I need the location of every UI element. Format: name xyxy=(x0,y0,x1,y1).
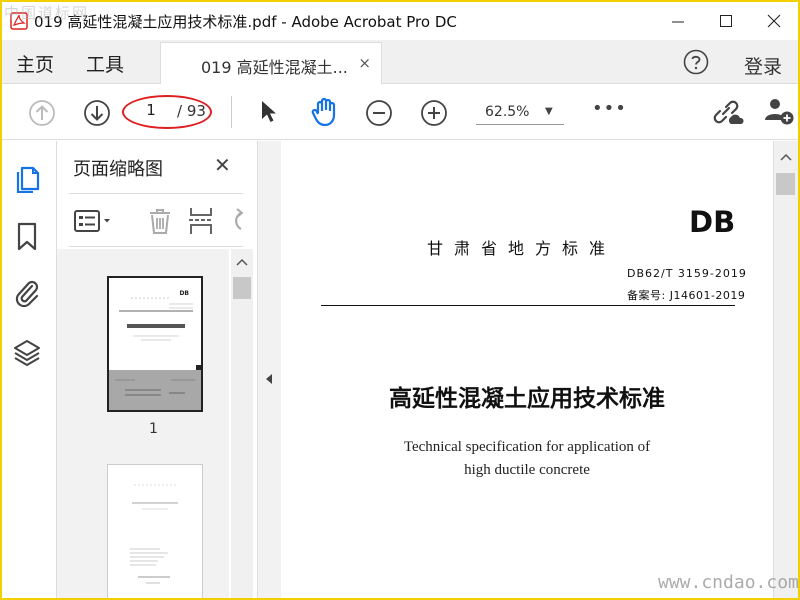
share-link-button[interactable] xyxy=(710,97,744,127)
zoom-in-button[interactable] xyxy=(420,99,448,127)
window-title: 019 高延性混凝土应用技术标准.pdf - Adobe Acrobat Pro… xyxy=(34,12,457,31)
link-icon xyxy=(713,100,744,124)
doc-header-rule xyxy=(321,305,735,306)
thumbnail-1-label: 1 xyxy=(149,421,158,437)
menu-tools[interactable]: 工具 xyxy=(86,50,124,77)
login-link[interactable]: 登录 xyxy=(744,52,782,79)
thumbnail-1-preview: DB xyxy=(109,278,201,410)
arrow-down-circle-icon xyxy=(84,100,110,126)
insert-page-icon xyxy=(189,208,213,234)
help-icon[interactable] xyxy=(683,49,709,79)
list-options-icon xyxy=(74,210,110,232)
close-icon xyxy=(767,14,781,28)
acrobat-window: 019 高延性混凝土应用技术标准.pdf - Adobe Acrobat Pro… xyxy=(0,0,800,600)
attachments-button[interactable] xyxy=(13,277,41,311)
thumbnail-scrollbar[interactable] xyxy=(231,249,253,598)
menu-home[interactable]: 主页 xyxy=(16,50,54,77)
zoom-out-icon xyxy=(366,100,392,126)
page-total: / 93 xyxy=(177,102,206,120)
document-tab-label: 019 高延性混凝土... xyxy=(201,58,348,77)
document-scrollbar[interactable] xyxy=(773,141,798,598)
next-page-button[interactable] xyxy=(83,99,111,127)
doc-db-mark: DB xyxy=(689,205,736,239)
page-number-input[interactable]: 1 xyxy=(135,101,167,123)
insert-page-button[interactable] xyxy=(187,206,215,240)
trash-icon xyxy=(150,209,170,234)
thumbnail-scroll-thumb[interactable] xyxy=(233,277,251,299)
panel-close-icon[interactable]: ✕ xyxy=(214,153,231,177)
page-thumbnail-1[interactable]: DB xyxy=(107,276,203,412)
doc-record-number: 备案号: J14601-2019 xyxy=(627,289,746,302)
layers-icon xyxy=(14,340,40,366)
scroll-up-icon xyxy=(236,258,248,266)
bookmark-icon xyxy=(17,222,37,251)
doc-standard-code: DB62/T 3159-2019 xyxy=(627,267,747,280)
zoom-underline xyxy=(476,124,564,125)
arrow-up-circle-icon xyxy=(29,100,55,126)
add-user-button[interactable] xyxy=(764,96,794,126)
page-thumbnail-2[interactable] xyxy=(107,464,203,598)
collapse-arrow-icon xyxy=(266,374,272,384)
panel-collapse-strip[interactable] xyxy=(257,141,281,598)
hand-icon xyxy=(311,97,336,127)
rotate-page-button[interactable] xyxy=(227,207,244,239)
doc-title-english-line2: high ductile concrete xyxy=(464,462,590,478)
thumbnail-2-preview xyxy=(130,484,178,584)
minimize-icon xyxy=(672,21,684,23)
document-tab[interactable]: 019 高延性混凝土... × xyxy=(160,42,382,85)
title-bar: 019 高延性混凝土应用技术标准.pdf - Adobe Acrobat Pro… xyxy=(2,2,798,40)
maximize-icon xyxy=(720,15,732,27)
scroll-up-icon xyxy=(780,153,792,161)
minimize-button[interactable] xyxy=(654,2,702,40)
svg-text:DB: DB xyxy=(179,290,189,297)
panel-toolbar xyxy=(69,193,244,247)
zoom-in-icon xyxy=(421,100,447,126)
window-controls xyxy=(654,2,798,40)
doc-title-chinese: 高延性混凝土应用技术标准 xyxy=(389,385,665,412)
hand-tool-button[interactable] xyxy=(309,96,341,128)
thumbnail-options-button[interactable] xyxy=(73,208,113,238)
pages-icon xyxy=(16,166,40,194)
toolbar-divider xyxy=(231,96,232,128)
panel-title: 页面缩略图 xyxy=(73,159,163,180)
previous-page-button[interactable] xyxy=(28,99,56,127)
watermark-bottom: www.cndao.com xyxy=(658,572,799,593)
thumbnail-list: DB 1 xyxy=(57,249,229,598)
page-thumbnails-panel: 页面缩略图 ✕ DB 1 xyxy=(57,141,257,598)
add-user-icon xyxy=(765,99,794,125)
more-tools-icon[interactable]: ••• xyxy=(592,98,627,119)
menu-tab-bar: 主页 工具 019 高延性混凝土... × 登录 xyxy=(2,40,798,85)
zoom-level-dropdown[interactable]: 62.5% xyxy=(485,104,529,120)
tab-close-icon[interactable]: × xyxy=(358,54,371,72)
layers-button[interactable] xyxy=(13,337,41,371)
navigation-rail xyxy=(2,141,57,598)
delete-page-button[interactable] xyxy=(147,207,173,239)
watermark-top: 中国道标网 xyxy=(4,4,90,22)
zoom-out-button[interactable] xyxy=(365,99,393,127)
maximize-button[interactable] xyxy=(702,2,750,40)
cursor-arrow-icon xyxy=(262,101,276,122)
chevron-down-icon[interactable]: ▼ xyxy=(545,106,553,117)
bookmarks-button[interactable] xyxy=(13,221,41,255)
document-view[interactable]: DB 甘肃省地方标准 DB62/T 3159-2019 备案号: J14601-… xyxy=(281,141,773,598)
doc-title-english-line1: Technical specification for application … xyxy=(403,439,651,455)
paperclip-icon xyxy=(15,280,39,308)
main-toolbar: 1 / 93 62.5% ▼ ••• xyxy=(2,84,798,140)
rotate-icon xyxy=(235,208,244,230)
document-scroll-thumb[interactable] xyxy=(776,173,795,195)
doc-region-standard: 甘肃省地方标准 xyxy=(427,239,617,258)
select-tool-button[interactable] xyxy=(259,99,279,125)
page-thumbnails-button[interactable] xyxy=(13,163,41,197)
close-window-button[interactable] xyxy=(750,2,798,40)
